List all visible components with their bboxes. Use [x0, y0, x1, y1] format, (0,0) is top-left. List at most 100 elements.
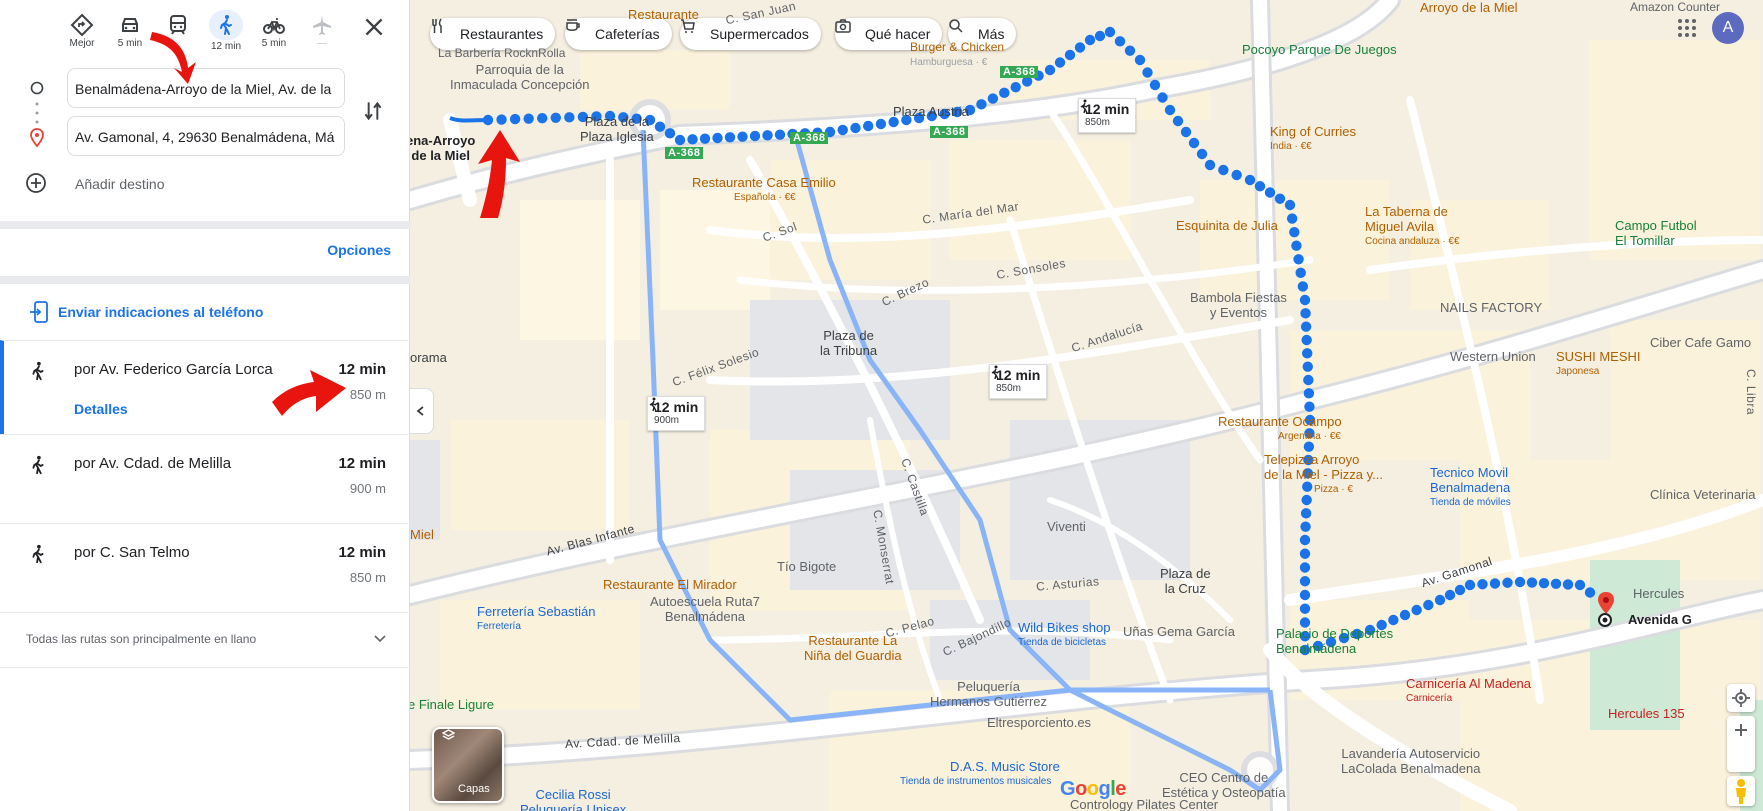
- poi-label[interactable]: Amazon Counter: [1630, 0, 1720, 15]
- poi-label[interactable]: King of Curries India · €€: [1270, 124, 1356, 154]
- route-dot: [1574, 579, 1586, 591]
- poi-label[interactable]: Ferretería Sebastián Ferretería: [477, 604, 596, 634]
- mode-walking-highlight: [209, 10, 243, 40]
- google-logo: Google: [1060, 778, 1126, 800]
- poi-label[interactable]: Viventi: [1047, 519, 1086, 534]
- poi-label[interactable]: Hercules: [1633, 586, 1684, 601]
- apps-grid-icon[interactable]: [1675, 16, 1699, 40]
- poi-label[interactable]: Parroquia de la Inmaculada Concepción: [450, 62, 589, 92]
- poi-label[interactable]: Campo Futbol El Tomillar: [1615, 218, 1697, 248]
- poi-label[interactable]: CEO Centro de Estética y Osteopatía: [1162, 770, 1286, 800]
- send-to-phone-button[interactable]: Enviar indicaciones al teléfono: [28, 300, 263, 326]
- route-dot: [1074, 42, 1086, 53]
- options-button[interactable]: Opciones: [327, 242, 391, 258]
- street-view-button[interactable]: [1727, 776, 1755, 806]
- mode-best[interactable]: Mejor: [60, 10, 104, 56]
- poi-label[interactable]: Ciber Cafe Gamo: [1650, 335, 1751, 350]
- route-dot: [1231, 169, 1242, 181]
- route-dot: [1550, 578, 1562, 589]
- route-dot: [1284, 199, 1296, 211]
- poi-label[interactable]: Lavandería Autoservicio LaColada Benalma…: [1341, 746, 1481, 776]
- poi-label[interactable]: Esquinita de Julia: [1176, 218, 1278, 233]
- poi-label[interactable]: NAILS FACTORY: [1440, 300, 1542, 315]
- send-to-phone-label: Enviar indicaciones al teléfono: [58, 304, 264, 320]
- route-dot: [1388, 614, 1399, 626]
- route-dot: [987, 93, 999, 104]
- poi-label[interactable]: Restaurante Casa Emilio Española · €€: [692, 175, 836, 205]
- add-circle-icon: [26, 173, 46, 193]
- mode-flight[interactable]: —: [300, 10, 344, 56]
- route-time-label[interactable]: 12 min 850m: [1078, 98, 1137, 133]
- poi-label[interactable]: Autoescuela Ruta7 Benalmádena: [650, 594, 760, 624]
- poi-label[interactable]: Burger & Chicken Hamburguesa · €: [910, 40, 1004, 70]
- poi-label[interactable]: Wild Bikes shop Tienda de bicicletas: [1018, 620, 1110, 650]
- poi-label[interactable]: Pocoyo Parque De Juegos: [1242, 42, 1397, 57]
- poi-label[interactable]: Telepizza Arroyo de la Miel - Pizza y...…: [1264, 452, 1383, 497]
- route-dot: [1188, 137, 1200, 149]
- route-option-2[interactable]: por Av. Cdad. de Melilla 12 min 900 m: [0, 434, 410, 523]
- collapse-panel-button[interactable]: [410, 388, 434, 434]
- poi-label[interactable]: Tío Bigote: [777, 559, 836, 574]
- route-option-1[interactable]: por Av. Federico García Lorca 12 min 850…: [0, 340, 410, 434]
- route-time-label[interactable]: 12 min 900m: [647, 396, 706, 431]
- mode-bicycle[interactable]: 5 min: [252, 10, 296, 56]
- terrain-note: Todas las rutas son principalmente en ll…: [26, 632, 257, 646]
- poi-label[interactable]: e Finale Ligure: [410, 697, 494, 712]
- chip-supermarkets[interactable]: Supermercados: [680, 18, 821, 50]
- layers-button[interactable]: Capas: [432, 727, 504, 803]
- poi-label[interactable]: Miel: [410, 527, 434, 542]
- poi-label[interactable]: Western Union: [1450, 349, 1536, 364]
- poi-label[interactable]: Clínica Veterinaria: [1650, 487, 1756, 502]
- destination-input[interactable]: Av. Gamonal, 4, 29630 Benalmádena, Má: [67, 116, 345, 156]
- route-dot: [1264, 187, 1276, 198]
- poi-label[interactable]: SUSHI MESHI Japonesa: [1556, 349, 1641, 379]
- route-distance: 850 m: [349, 387, 386, 402]
- poi-label[interactable]: Bambola Fiestas y Eventos: [1190, 290, 1287, 320]
- poi-label[interactable]: Restaurante El Mirador: [603, 577, 737, 592]
- search-icon: [949, 19, 963, 33]
- poi-label[interactable]: Tecnico Movil Benalmadena Tienda de móvil…: [1430, 465, 1511, 510]
- mode-car[interactable]: 5 min: [108, 10, 152, 56]
- add-destination-button[interactable]: Añadir destino: [25, 172, 165, 198]
- route-dot: [1164, 104, 1176, 116]
- account-avatar[interactable]: A: [1712, 12, 1744, 44]
- poi-label[interactable]: Restaurante: [628, 7, 699, 22]
- route-dot: [1084, 34, 1096, 46]
- directions-panel: Mejor 5 min 12 min 5 min — Benalmádena-A…: [0, 0, 410, 811]
- poi-label[interactable]: Hercules 135: [1608, 706, 1685, 721]
- poi-label[interactable]: Eltresporciento.es: [987, 715, 1091, 730]
- chip-cafes[interactable]: Cafeterías: [565, 18, 672, 50]
- poi-label[interactable]: Peluquería Hermanos Gutiérrez: [930, 679, 1047, 709]
- route-dot: [1244, 174, 1256, 186]
- poi-label[interactable]: Carnicería Al Madena Carnicería: [1406, 676, 1531, 706]
- route-dot: [1295, 267, 1306, 279]
- poi-label[interactable]: Cecilia Rossi Peluquería Unisex: [520, 787, 626, 811]
- swap-icon[interactable]: [360, 98, 386, 124]
- route-dot: [1489, 578, 1501, 589]
- poi-label[interactable]: Palacio de Deportes Benalmádena: [1276, 626, 1393, 656]
- bicycle-icon: [263, 18, 285, 34]
- poi-label[interactable]: La Barbería RocknRolla: [438, 46, 565, 61]
- close-icon[interactable]: [361, 14, 387, 40]
- route-details-link[interactable]: Detalles: [74, 401, 128, 417]
- route-dot: [1204, 159, 1216, 171]
- map-canvas[interactable]: Restaurantes Cafeterías Supermercados Qu…: [410, 0, 1763, 811]
- zoom-out-icon[interactable]: [1727, 716, 1755, 744]
- poi-label[interactable]: Arroyo de la Miel: [1420, 0, 1518, 15]
- destination-label[interactable]: Avenida G: [1628, 612, 1692, 627]
- chevron-left-icon: [416, 406, 424, 416]
- route-time-label[interactable]: 12 min 850m: [989, 364, 1048, 399]
- my-location-button[interactable]: [1727, 684, 1755, 712]
- route-dot: [724, 132, 736, 143]
- poi-label[interactable]: Restaurante Ocampo Argentina · €€: [1218, 414, 1342, 444]
- add-destination-label: Añadir destino: [75, 176, 165, 192]
- route-dot: [1562, 579, 1574, 590]
- chip-label: Restaurantes: [460, 26, 544, 42]
- route-option-3[interactable]: por C. San Telmo 12 min 850 m: [0, 523, 410, 612]
- route-dot: [1064, 49, 1076, 61]
- poi-label[interactable]: La Taberna de Miguel Avila Cocina andaluz…: [1365, 204, 1460, 249]
- route-name: por Av. Federico García Lorca: [74, 361, 273, 378]
- poi-label[interactable]: D.A.S. Music Store Tienda de instrumentos…: [900, 759, 1060, 789]
- chevron-down-icon[interactable]: [372, 630, 388, 646]
- poi-label[interactable]: Uñas Gema García: [1123, 624, 1235, 639]
